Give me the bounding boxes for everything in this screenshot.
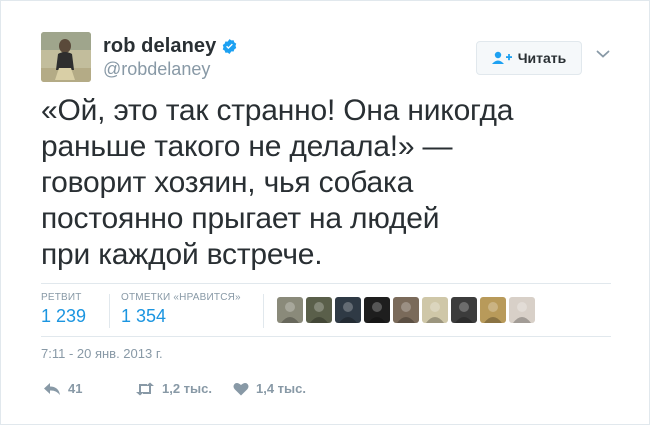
liker-avatar[interactable]: [335, 297, 361, 323]
liker-avatar-image: [509, 297, 535, 323]
avatar[interactable]: [41, 32, 91, 82]
user-handle[interactable]: @robdelaney: [103, 59, 210, 80]
retweet-icon: [136, 382, 154, 395]
liker-avatar-image: [335, 297, 361, 323]
retweet-count: 1,2 тыс.: [162, 381, 212, 396]
liker-avatar-image: [422, 297, 448, 323]
follow-button-label: Читать: [517, 50, 567, 66]
user-name[interactable]: rob delaney: [103, 35, 216, 58]
liker-avatar[interactable]: [364, 297, 390, 323]
user-name-row[interactable]: rob delaney: [103, 35, 238, 58]
tweet-card: rob delaney @robdelaney Читать «Ой, это …: [0, 0, 650, 425]
liker-avatar[interactable]: [451, 297, 477, 323]
chevron-down-icon[interactable]: [596, 49, 610, 59]
like-count: 1,4 тыс.: [256, 381, 306, 396]
liker-avatar[interactable]: [306, 297, 332, 323]
retweets-value: 1 239: [41, 306, 87, 326]
likers-avatars: [277, 297, 535, 323]
liker-avatar-image: [393, 297, 419, 323]
likes-value: 1 354: [121, 306, 167, 326]
heart-icon: [233, 382, 249, 395]
likes-label: ОТМЕТКИ «НРАВИТСЯ»: [121, 292, 241, 303]
reply-count: 41: [68, 381, 83, 396]
like-button[interactable]: 1,4 тыс.: [233, 381, 306, 396]
liker-avatar[interactable]: [422, 297, 448, 323]
follow-button[interactable]: Читать: [476, 41, 582, 75]
follow-user-icon: [491, 51, 512, 64]
verified-badge-icon: [223, 39, 237, 54]
liker-avatar[interactable]: [277, 297, 303, 323]
liker-avatar-image: [480, 297, 506, 323]
divider: [41, 283, 611, 284]
liker-avatar-image: [277, 297, 303, 323]
liker-avatar-image: [306, 297, 332, 323]
liker-avatar-image: [364, 297, 390, 323]
tweet-text: «Ой, это так странно! Она никогда раньше…: [41, 94, 514, 271]
reply-button[interactable]: 41: [43, 381, 82, 396]
divider: [41, 336, 611, 337]
liker-avatar-image: [451, 297, 477, 323]
tweet-timestamp[interactable]: 7:11 - 20 янв. 2013 г.: [41, 346, 163, 361]
stat-separator: [109, 294, 110, 328]
liker-avatar[interactable]: [480, 297, 506, 323]
stat-separator: [263, 294, 264, 328]
likes-stat[interactable]: ОТМЕТКИ «НРАВИТСЯ» 1 354: [121, 292, 241, 327]
retweets-label: РЕТВИТ: [41, 292, 82, 303]
liker-avatar[interactable]: [509, 297, 535, 323]
retweet-button[interactable]: 1,2 тыс.: [135, 381, 212, 396]
liker-avatar[interactable]: [393, 297, 419, 323]
retweets-stat[interactable]: РЕТВИТ 1 239: [41, 292, 86, 327]
avatar-image: [41, 32, 91, 82]
reply-icon: [44, 382, 60, 395]
